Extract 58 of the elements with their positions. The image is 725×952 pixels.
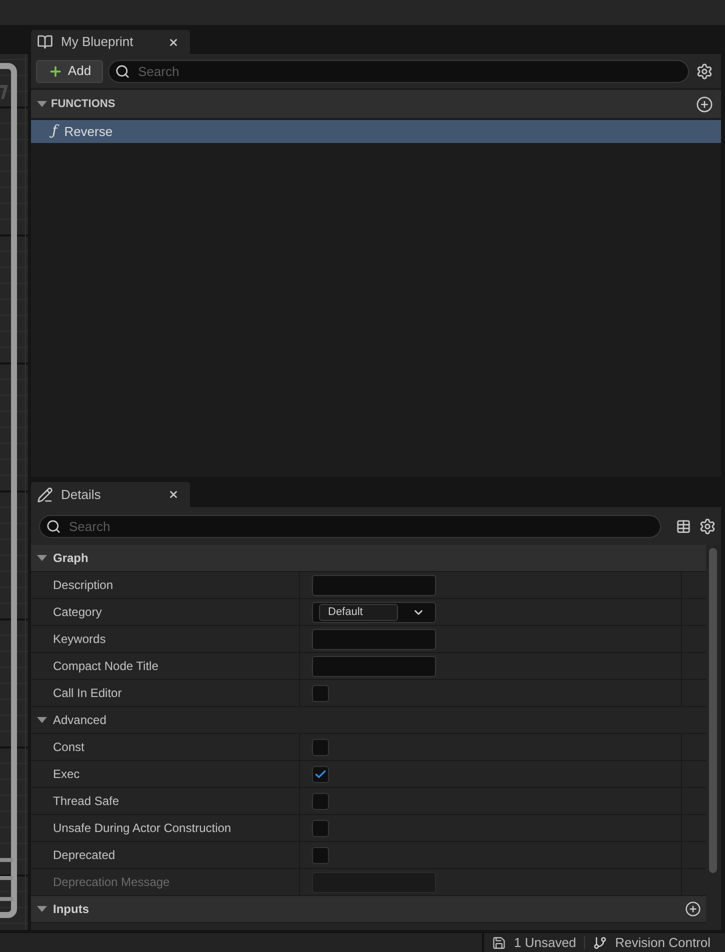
section-title: FUNCTIONS [51,96,116,112]
search-field[interactable]: Search [108,60,689,82]
text-field[interactable] [312,574,436,596]
dropdown-value: Default [319,604,398,620]
expand-triangle-icon[interactable] [37,101,47,107]
add-circle-icon[interactable] [696,96,713,112]
book-icon [37,34,53,50]
checkbox[interactable] [312,738,329,756]
search-field[interactable]: Search [39,514,661,538]
checkbox[interactable] [312,792,329,810]
property-label: Call In Editor [53,685,122,702]
category-header[interactable]: Graph [31,545,706,572]
category-header[interactable]: Inputs [31,896,706,923]
panel-tab[interactable]: Details [31,482,190,507]
function-icon: ƒ [52,121,58,142]
close-icon[interactable] [168,36,179,48]
add-button[interactable]: Add [36,60,103,82]
checkbox[interactable] [312,766,329,782]
category-title: Advanced [53,712,108,729]
checkbox[interactable] [312,684,329,702]
property-label: Keywords [53,631,106,648]
property-label: Compact Node Title [53,658,158,675]
settings-icon[interactable] [699,518,716,534]
table-icon[interactable] [676,518,691,534]
dropdown[interactable]: Default [312,602,436,622]
checkmark-icon [314,768,327,780]
property-label: Thread Safe [53,793,120,810]
property-label: Description [53,577,114,594]
function-item[interactable]: ƒ Reverse [31,120,721,143]
property-label: Category [53,604,102,621]
plus-icon [48,64,63,78]
category-title: Graph [53,550,90,567]
pin-arrow-icon [0,85,8,99]
branch-icon [593,936,608,950]
property-label: Exec [53,766,80,783]
checkbox[interactable] [312,846,329,864]
property-label: Unsafe During Actor Construction [53,820,232,837]
text-field[interactable] [312,628,436,650]
expand-triangle-icon[interactable] [37,555,47,561]
search-icon [115,64,130,78]
property-label: Deprecated [53,847,116,864]
expand-triangle-icon[interactable] [37,717,47,723]
unsaved-button[interactable]: 1 Unsaved [484,933,584,952]
panel-tab[interactable]: My Blueprint [31,30,190,54]
close-icon[interactable] [168,489,179,500]
expand-triangle-icon[interactable] [37,906,47,912]
scrollbar-thumb[interactable] [709,548,717,873]
property-label: Deprecation Message [53,874,170,891]
category-title: Inputs [53,901,90,918]
search-icon [46,518,61,534]
add-circle-icon[interactable] [685,901,701,917]
text-field[interactable] [312,656,436,676]
pencil-icon [37,486,53,502]
settings-icon[interactable] [696,62,713,80]
revision-control-button[interactable]: Revision Control [585,933,719,952]
section-header[interactable]: FUNCTIONS [31,90,721,118]
property-label: Const [53,739,84,756]
checkbox[interactable] [312,820,329,836]
